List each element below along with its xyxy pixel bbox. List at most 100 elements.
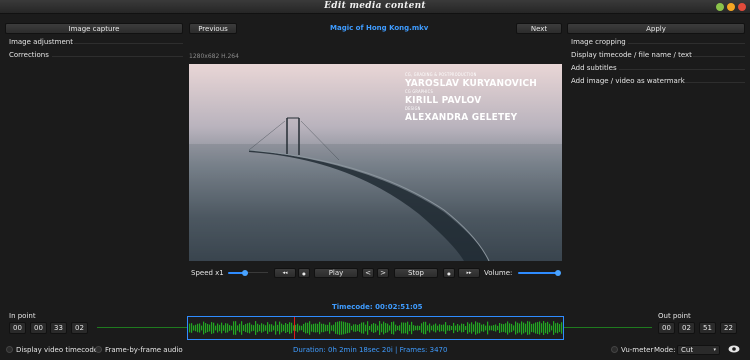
step-forward-button[interactable]: ● [443,268,455,278]
display-timecode-item[interactable]: Display timecode / file name / text [571,51,692,59]
waveform-bar [199,323,201,333]
waveform-bar [513,325,515,331]
waveform-bar [205,323,207,333]
waveform-bar [489,325,491,331]
out-point-label: Out point [658,312,691,320]
waveform-bar [493,325,495,331]
step-back-button[interactable]: ● [298,268,310,278]
waveform-bar [239,323,241,333]
out-point-hours[interactable]: 00 [658,322,675,334]
next-frame-button[interactable]: > [377,268,389,278]
waveform-bar [483,324,485,332]
waveform-bar [439,324,441,332]
mode-select[interactable]: Cut ▾ [677,345,720,355]
playhead[interactable] [294,317,295,339]
waveform-bar [411,321,413,335]
in-point-seconds[interactable]: 33 [50,322,67,334]
in-point-minutes[interactable]: 00 [30,322,47,334]
add-subtitles-item[interactable]: Add subtitles [571,64,617,72]
maximize-button[interactable] [727,3,735,11]
waveform-bar [281,323,283,333]
waveform-bar [351,325,353,331]
waveform-bar [403,322,405,334]
play-button[interactable]: Play [314,268,358,278]
volume-slider[interactable] [518,272,558,274]
fast-forward-button[interactable]: ▸▸ [458,268,480,278]
waveform-bar [203,321,205,335]
out-point-frames[interactable]: 22 [720,322,737,334]
waveform-bar [375,323,377,333]
image-adjustment-item[interactable]: Image adjustment [9,38,73,46]
waveform-bar [495,324,497,332]
divider [685,82,745,83]
waveform-bar [357,324,359,332]
waveform-bar [261,323,263,333]
stop-button[interactable]: Stop [394,268,438,278]
speed-slider-handle[interactable] [242,270,248,276]
waveform-bar [533,323,535,333]
divider [619,69,745,70]
title-bar: Edit media content [0,0,750,14]
waveform-bar [443,324,445,332]
waveform-bar [303,323,305,333]
waveform-bar [253,325,255,331]
duration-label: Duration: 0h 2min 18sec 20i | Frames: 34… [293,346,448,354]
waveform-bar [329,322,331,334]
waveform-bar [307,322,309,334]
display-timecode-checkbox[interactable] [6,346,13,353]
waveform-bar [249,322,251,334]
next-button[interactable]: Next [516,23,562,34]
apply-button[interactable]: Apply [567,23,745,34]
video-preview[interactable]: CG, GRADING & POSTPRODUCTION YAROSLAV KU… [189,64,562,261]
waveform-bar [299,325,301,331]
add-watermark-item[interactable]: Add image / video as watermark [571,77,685,85]
waveform-bar [529,321,531,335]
waveform-bar [339,321,341,335]
prev-frame-button[interactable]: < [362,268,374,278]
waveform-bar [257,323,259,333]
in-point-frames[interactable]: 02 [71,322,88,334]
corrections-item[interactable]: Corrections [9,51,49,59]
waveform-bar [263,324,265,332]
waveform-bar [193,325,195,331]
waveform-bar [539,321,541,335]
vu-meter-label: Vu-meter [621,346,654,354]
waveform-bar [453,322,455,334]
waveform-bar [519,323,521,333]
rewind-button[interactable]: ◂◂ [274,268,296,278]
in-point-hours[interactable]: 00 [9,322,26,334]
waveform-bar [509,323,511,333]
waveform-bar [463,323,465,333]
waveform-bar [313,323,315,333]
waveform-bar [233,321,235,335]
waveform-bar [201,325,203,331]
image-capture-button[interactable]: Image capture [5,23,183,34]
timecode-label: Timecode: 00:02:51:05 [332,303,423,311]
waveform-bar [461,323,463,333]
waveform-bar [227,323,229,333]
waveform-bar [543,321,545,335]
waveform-bar [447,325,449,331]
frame-audio-checkbox[interactable] [95,346,102,353]
waveform-bar [275,321,277,335]
vu-meter-checkbox[interactable] [611,346,618,353]
waveform-bar [211,322,213,334]
close-button[interactable] [738,3,746,11]
image-cropping-item[interactable]: Image cropping [571,38,626,46]
waveform-bar [359,324,361,332]
waveform-timeline[interactable] [187,316,564,340]
waveform-bar [481,324,483,332]
out-point-minutes[interactable]: 02 [678,322,695,334]
waveform-bar [501,323,503,333]
waveform-bar [369,325,371,331]
minimize-button[interactable] [716,3,724,11]
waveform-bar [467,322,469,334]
waveform-bar [555,323,557,333]
volume-slider-handle[interactable] [555,270,561,276]
waveform-bar [259,324,261,332]
waveform-bar [491,325,493,331]
previous-button[interactable]: Previous [189,23,237,34]
waveform-bar [423,321,425,335]
eye-icon[interactable] [728,344,740,356]
out-point-seconds[interactable]: 51 [699,322,716,334]
